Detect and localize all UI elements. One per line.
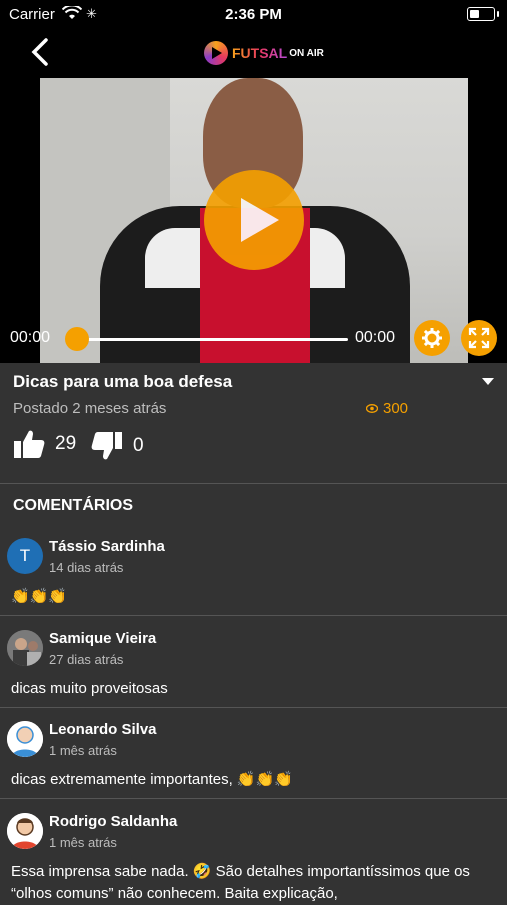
comment-author: Leonardo Silva	[49, 721, 157, 738]
video-info: Dicas para uma boa defesa Postado 2 mese…	[0, 363, 507, 483]
divider	[0, 615, 507, 616]
comment-text: Essa imprensa sabe nada. 🤣 São detalhes …	[11, 863, 470, 902]
comment-date: 1 mês atrás	[49, 835, 117, 850]
comment-date: 14 dias atrás	[49, 560, 124, 575]
status-bar: Carrier ✳ 2:36 PM	[0, 0, 507, 28]
dislike-button[interactable]: 0	[91, 431, 144, 461]
comment-text: 👏👏👏	[11, 588, 68, 605]
divider	[0, 483, 507, 484]
comment-author: Tássio Sardinha	[49, 538, 165, 555]
eye-icon	[366, 404, 378, 413]
nav-bar: FUTSAL ON AIR	[0, 28, 507, 78]
chevron-left-icon	[31, 38, 48, 66]
comment-date: 27 dias atrás	[49, 652, 124, 667]
avatar-letter: T	[19, 546, 31, 565]
user-avatar-icon	[7, 721, 43, 757]
play-logo-icon	[204, 41, 228, 65]
dislike-count: 0	[133, 435, 144, 456]
battery-icon	[467, 7, 499, 21]
current-time: 00:00	[10, 329, 51, 346]
video-player[interactable]: 00:00 00:00	[0, 78, 507, 363]
settings-button[interactable]	[414, 320, 450, 356]
comments-header: COMENTÁRIOS	[13, 497, 133, 514]
duration: 00:00	[355, 329, 396, 346]
gear-icon	[422, 328, 442, 348]
posted-date: Postado 2 meses atrás	[13, 400, 167, 417]
fullscreen-icon	[468, 327, 490, 349]
video-title: Dicas para uma boa defesa	[13, 372, 233, 391]
play-button[interactable]	[204, 170, 304, 270]
thumbs-up-icon	[14, 430, 45, 458]
comment-author: Samique Vieira	[49, 630, 157, 647]
divider	[0, 707, 507, 708]
divider	[0, 798, 507, 799]
app-logo: FUTSAL ON AIR	[204, 40, 324, 66]
avatar[interactable]	[7, 630, 43, 666]
seek-handle[interactable]	[65, 327, 89, 351]
comment-author: Rodrigo Saldanha	[49, 813, 178, 830]
avatar[interactable]	[7, 813, 43, 849]
user-photo-icon	[7, 630, 43, 666]
like-button[interactable]: 29	[13, 429, 76, 459]
back-button[interactable]	[26, 36, 56, 70]
comment-text: dicas muito proveitosas	[11, 680, 168, 697]
thumbs-down-icon	[91, 432, 122, 460]
comment-date: 1 mês atrás	[49, 743, 117, 758]
avatar[interactable]: T	[7, 538, 43, 574]
logo-main-text: FUTSAL	[232, 45, 288, 61]
fullscreen-button[interactable]	[461, 320, 497, 356]
status-time: 2:36 PM	[225, 6, 282, 23]
user-avatar-icon	[7, 813, 43, 849]
expand-description-icon[interactable]	[482, 378, 494, 385]
view-count-value: 300	[383, 400, 409, 417]
comment-text: dicas extremamente importantes, 👏👏👏	[11, 771, 293, 788]
seek-bar[interactable]	[76, 338, 348, 341]
logo-sub-text: ON AIR	[289, 47, 324, 59]
avatar[interactable]	[7, 721, 43, 757]
view-count: 300	[366, 400, 408, 417]
like-count: 29	[55, 433, 77, 454]
